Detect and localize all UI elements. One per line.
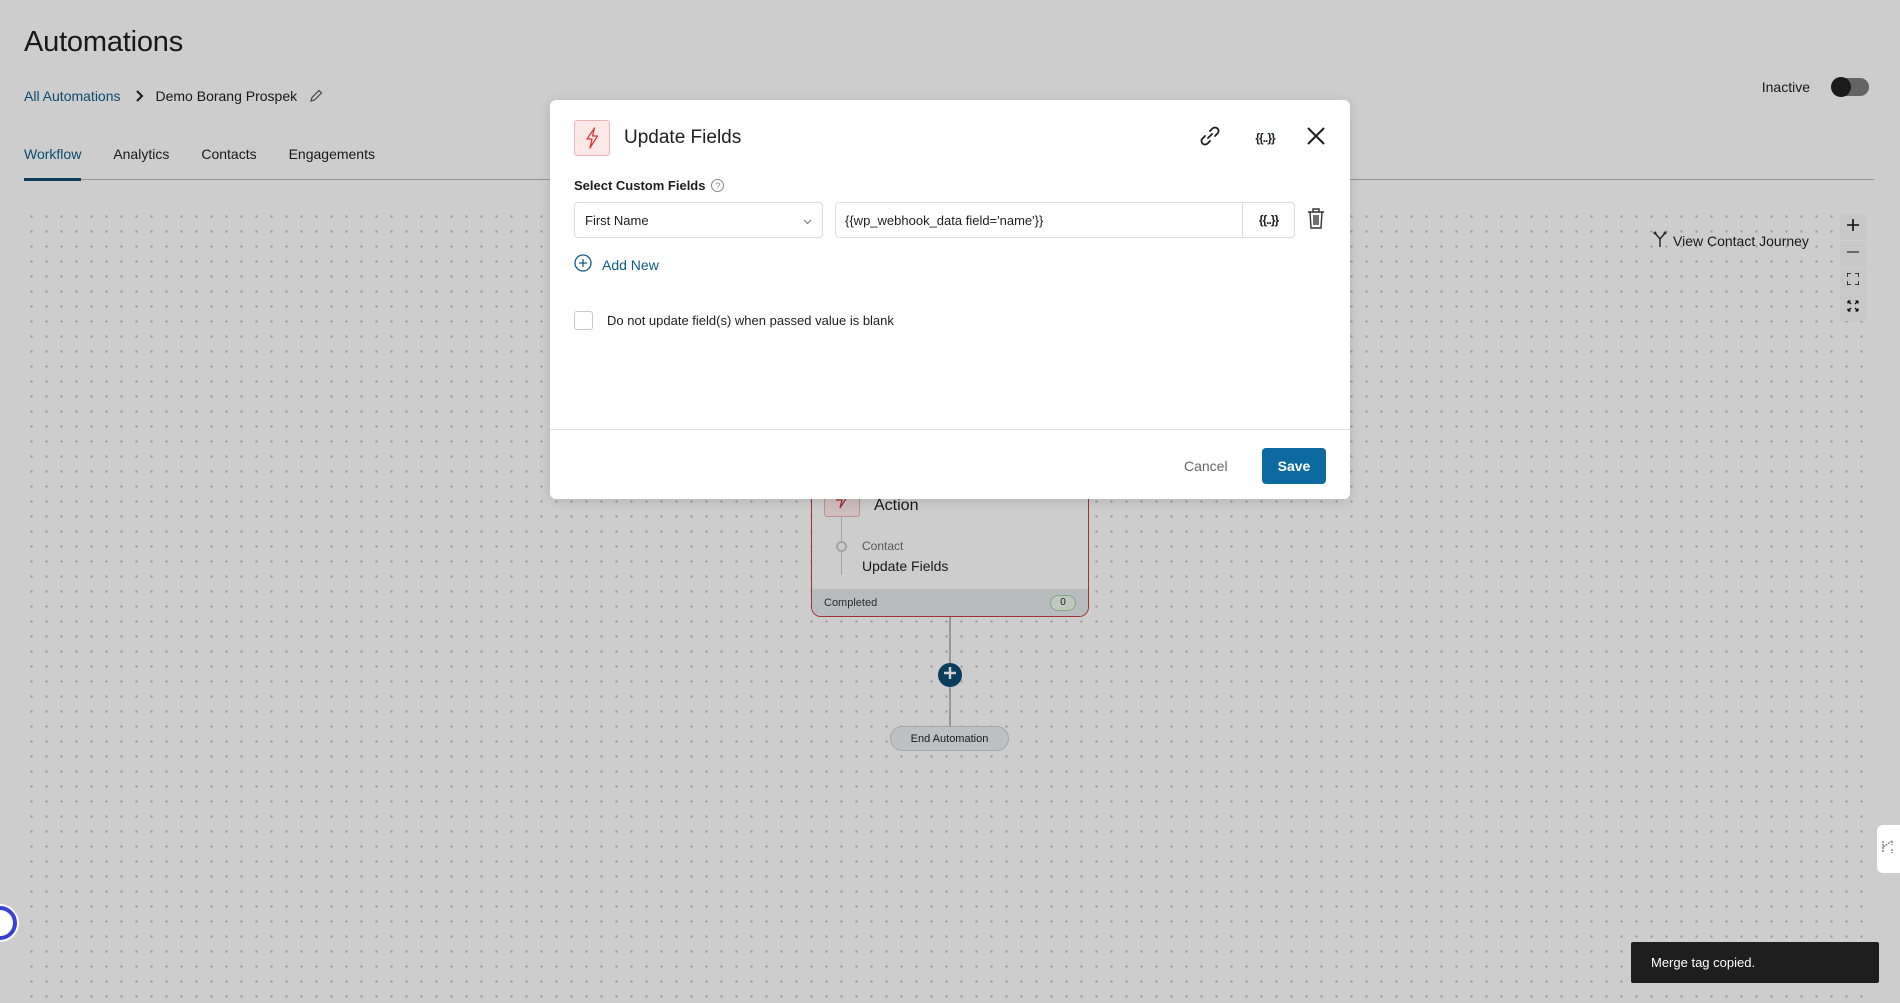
modal-footer-divider [550,429,1350,430]
skip-blank-checkbox[interactable] [574,311,593,330]
delete-row-button[interactable] [1305,207,1327,234]
skip-blank-label[interactable]: Do not update field(s) when passed value… [607,313,894,328]
toast-notification: Merge tag copied. [1631,942,1879,983]
help-icon[interactable]: ? [711,179,725,192]
lightning-icon [574,120,610,156]
update-fields-modal: Update Fields {{..}} Select Custom Field… [550,100,1350,499]
plus-circle-icon [574,254,592,275]
trash-icon [1307,207,1325,234]
merge-tag-icon: {{..}} [1255,131,1275,145]
collapse-icon [1881,839,1895,860]
merge-tag-icon: {{..}} [1258,213,1279,227]
field-value-group: {{..}} [835,202,1295,238]
close-button[interactable] [1302,124,1330,152]
chevron-down-icon [803,213,812,228]
field-value-input[interactable] [836,203,1242,237]
toast-message: Merge tag copied. [1651,955,1756,970]
close-icon [1307,126,1325,150]
link-icon [1199,125,1221,152]
merge-tags-button[interactable]: {{..}} [1247,124,1283,152]
custom-fields-label-text: Select Custom Fields [574,178,706,193]
selected-field: First Name [585,212,649,228]
custom-fields-label: Select Custom Fields ? [574,178,725,193]
copy-link-button[interactable] [1196,124,1224,152]
add-new-label: Add New [602,256,659,273]
skip-blank-option: Do not update field(s) when passed value… [574,311,894,330]
insert-merge-tag-button[interactable]: {{..}} [1242,203,1294,237]
cancel-button[interactable]: Cancel [1170,448,1242,484]
save-button[interactable]: Save [1262,448,1326,484]
side-panel-tab[interactable] [1877,825,1900,873]
custom-field-select[interactable]: First Name [574,202,823,238]
add-new-button[interactable]: Add New [574,254,659,275]
modal-title: Update Fields [624,127,742,148]
